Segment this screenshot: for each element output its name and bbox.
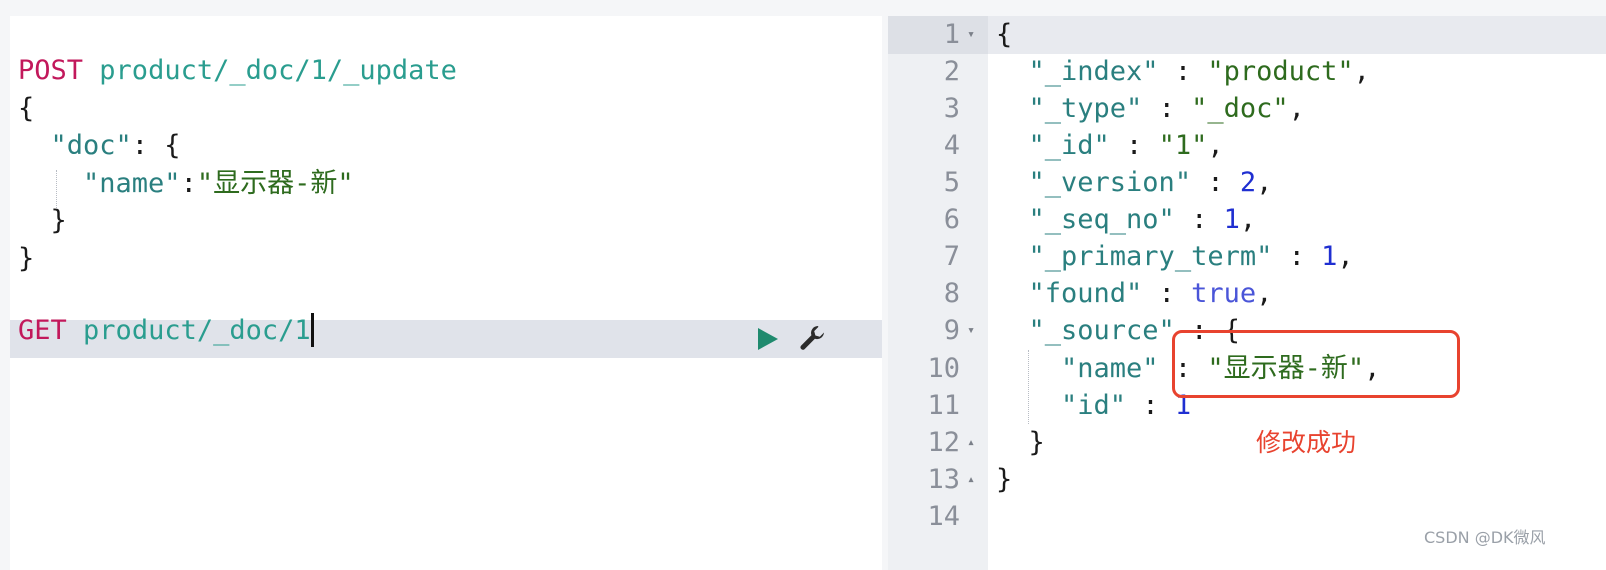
- json-key: "_seq_no": [1028, 204, 1175, 235]
- request-settings-button[interactable]: [796, 322, 828, 354]
- line-number: 12: [927, 427, 960, 458]
- line-number: 13: [927, 464, 960, 495]
- brace: {: [996, 19, 1013, 50]
- json-line: "_version" : 2,: [1028, 167, 1273, 198]
- json-key: "_version": [1028, 167, 1192, 198]
- wrench-icon: [800, 326, 824, 350]
- line-number: 11: [927, 390, 960, 421]
- json-key: "name": [1061, 353, 1159, 384]
- json-line: "_id" : "1",: [1028, 130, 1224, 161]
- json-key: "_source": [1028, 315, 1175, 346]
- request1-line[interactable]: POST product/_doc/1/_update: [18, 52, 457, 90]
- annotation-label: 修改成功: [1256, 428, 1357, 457]
- json-key: "found": [1028, 278, 1143, 309]
- json-line: "id" : 1: [1061, 390, 1192, 421]
- request1-outer-close: }: [18, 240, 34, 278]
- json-line: "_primary_term" : 1,: [1028, 241, 1354, 272]
- doc-colon: : {: [131, 130, 181, 161]
- brace: }: [50, 205, 67, 236]
- line-number: 6: [943, 204, 960, 235]
- text-cursor: [310, 312, 314, 347]
- brace: }: [1028, 427, 1045, 458]
- request2-path: product/_doc/1: [83, 315, 311, 346]
- line-number: 10: [927, 353, 960, 384]
- json-string: "1": [1158, 130, 1208, 161]
- fold-toggle[interactable]: ▾: [964, 16, 978, 54]
- name-colon: :: [180, 168, 197, 199]
- line-number: 14: [927, 501, 960, 532]
- json-key: "_primary_term": [1028, 241, 1273, 272]
- brace: }: [996, 464, 1013, 495]
- request2-line[interactable]: GET product/_doc/1: [18, 312, 314, 350]
- json-key: "id": [1061, 390, 1127, 421]
- json-line: {: [996, 16, 1012, 54]
- line-number: 2: [943, 56, 960, 87]
- request1-open-brace: {: [18, 90, 34, 128]
- request1-inner-close: }: [18, 202, 67, 240]
- json-line: }: [996, 461, 1012, 499]
- json-line: "_type" : "_doc",: [1028, 93, 1305, 124]
- json-key: "_type": [1028, 93, 1143, 124]
- json-number: 2: [1239, 167, 1257, 198]
- watermark: CSDN @DK微风: [1424, 528, 1546, 547]
- json-number: 1: [1223, 204, 1240, 235]
- request2-method: GET: [18, 315, 67, 346]
- json-line: "_index" : "product",: [1028, 56, 1370, 87]
- request-editor[interactable]: POST product/_doc/1/_update { "doc": { "…: [10, 16, 882, 570]
- json-line: }: [996, 424, 1045, 462]
- line-number: 4: [943, 130, 960, 161]
- json-line: "_seq_no" : 1,: [1028, 204, 1257, 235]
- json-string: "product": [1207, 56, 1354, 87]
- active-line-highlight: [988, 16, 1606, 54]
- request1-method: POST: [18, 55, 84, 86]
- line-number: 8: [943, 278, 960, 309]
- line-number: 3: [943, 93, 960, 124]
- response-viewer[interactable]: 1 2 3 4 5 6 7 8 9 10 11 12 13 14 ▾ ▾ ▴ ▴…: [888, 16, 1606, 570]
- json-string: "_doc": [1191, 93, 1289, 124]
- request1-doc-line: "doc": {: [18, 127, 181, 165]
- json-number: 1: [1321, 241, 1338, 272]
- json-key: "_id": [1028, 130, 1110, 161]
- json-key: "_index": [1028, 56, 1159, 87]
- line-number: 9: [943, 315, 960, 346]
- json-line: "found" : true,: [1028, 278, 1273, 309]
- play-icon: [758, 328, 778, 350]
- name-key: "name": [83, 168, 181, 199]
- line-number: 5: [943, 167, 960, 198]
- json-boolean: true: [1191, 278, 1257, 309]
- brace: }: [18, 243, 35, 274]
- request1-path: product/_doc/1/_update: [99, 55, 457, 86]
- fold-toggle[interactable]: ▴: [964, 424, 978, 462]
- fold-toggle[interactable]: ▾: [964, 312, 978, 350]
- request1-name-line: "name":"显示器-新": [18, 165, 354, 203]
- line-number: 1: [943, 19, 960, 50]
- name-value: "显示器-新": [196, 168, 354, 199]
- doc-key: "doc": [50, 130, 132, 161]
- run-request-button[interactable]: [752, 324, 782, 354]
- line-number: 7: [943, 241, 960, 272]
- annotation-highlight-box: [1172, 330, 1460, 398]
- brace: {: [18, 93, 35, 124]
- fold-toggle[interactable]: ▴: [964, 461, 978, 499]
